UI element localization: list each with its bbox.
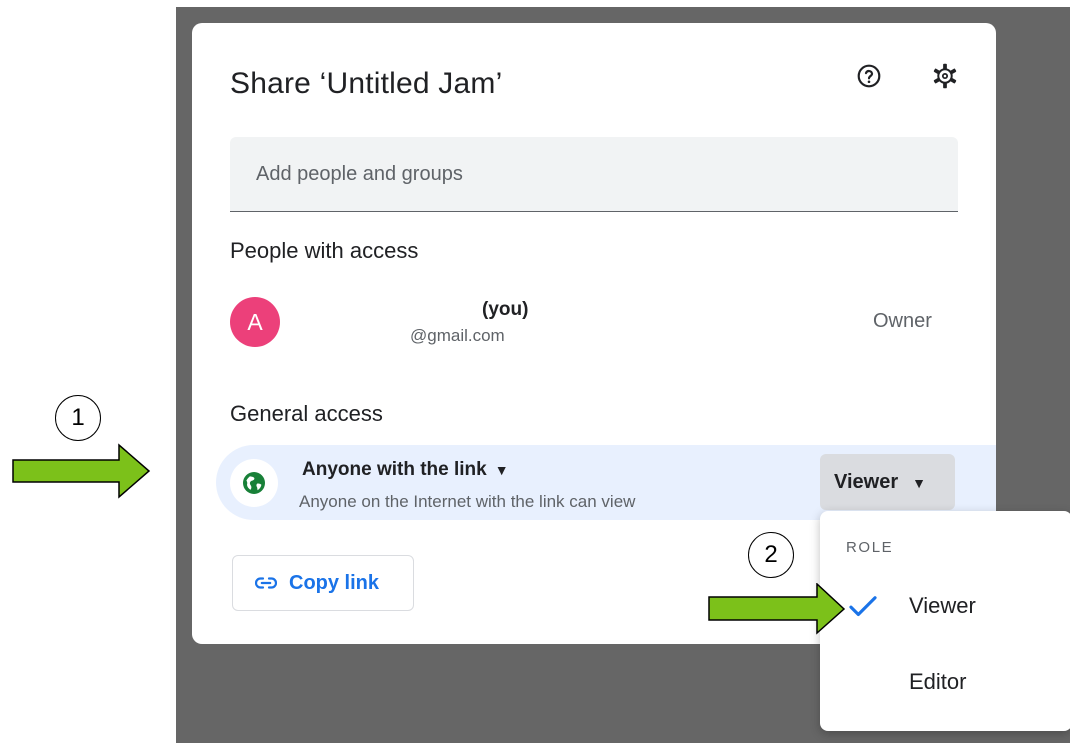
link-icon (255, 577, 277, 589)
role-option-viewer[interactable]: Viewer (820, 575, 1070, 635)
role-dropdown-label: Viewer (834, 470, 899, 493)
person-email: @gmail.com (410, 326, 505, 345)
person-role: Owner (873, 310, 932, 332)
role-option-editor[interactable]: Editor (820, 651, 1070, 711)
copy-link-button[interactable]: Copy link (232, 555, 414, 611)
globe-icon (243, 472, 265, 494)
general-access-heading: General access (230, 401, 383, 426)
person-name: (you) (482, 299, 529, 320)
role-menu-heading: ROLE (846, 539, 894, 556)
role-dropdown-button[interactable]: Viewer ▼ (820, 454, 955, 510)
dialog-title: Share ‘Untitled Jam’ (230, 67, 503, 100)
help-button[interactable] (854, 61, 884, 91)
link-access-description: Anyone on the Internet with the link can… (299, 492, 636, 511)
checkmark-icon (849, 596, 877, 617)
add-people-field[interactable] (230, 137, 958, 212)
avatar: A (230, 297, 280, 347)
annotation-arrow-icon (12, 443, 151, 499)
role-option-label: Editor (909, 669, 967, 694)
settings-button[interactable] (930, 61, 960, 91)
globe-icon-badge (230, 459, 278, 507)
add-people-input[interactable] (230, 137, 958, 211)
link-setting-dropdown[interactable]: Anyone with the link ▼ (302, 459, 509, 481)
role-option-label: Viewer (909, 593, 976, 618)
role-menu: ROLE Viewer Editor (820, 511, 1070, 731)
step-marker-2: 2 (748, 532, 794, 578)
copy-link-label: Copy link (289, 571, 380, 594)
step-marker-1: 1 (55, 395, 101, 441)
caret-down-icon: ▼ (494, 462, 509, 478)
help-circle-icon (857, 64, 881, 88)
gear-icon (933, 63, 957, 89)
link-setting-label: Anyone with the link (302, 459, 487, 480)
annotation-arrow-icon (708, 583, 846, 635)
caret-down-icon: ▼ (912, 474, 926, 491)
general-access-row: Anyone with the link ▼ Anyone on the Inte… (216, 445, 996, 520)
people-with-access-heading: People with access (230, 238, 419, 263)
